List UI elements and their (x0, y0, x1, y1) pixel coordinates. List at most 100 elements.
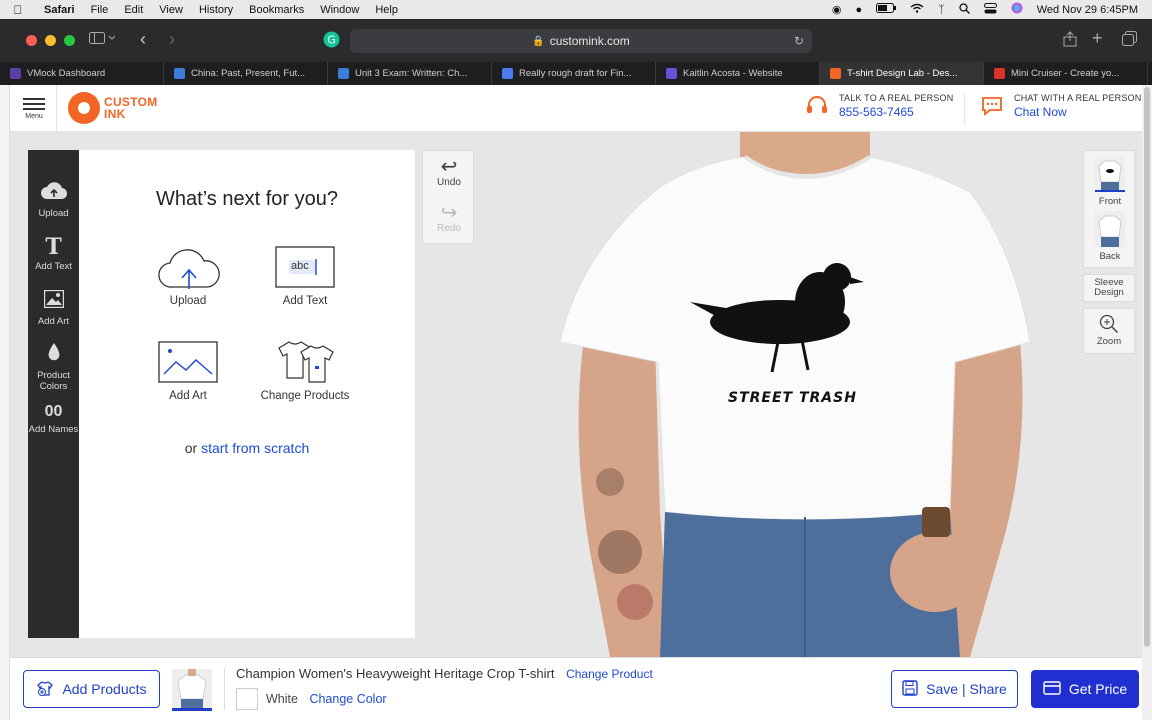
menu-edit[interactable]: Edit (116, 4, 151, 16)
minimize-window-button[interactable] (45, 35, 56, 46)
chat-help[interactable]: CHAT WITH A REAL PERSON Chat Now (980, 93, 1141, 119)
whats-next-panel: What’s next for you? Upload abc Add Text… (79, 150, 415, 638)
change-color-link[interactable]: Change Color (309, 692, 386, 706)
left-edge (0, 85, 10, 720)
zoom-window-button[interactable] (64, 35, 75, 46)
option-add-text[interactable]: abc Add Text (255, 245, 355, 307)
menu-bookmarks[interactable]: Bookmarks (241, 4, 312, 16)
phone-help[interactable]: TALK TO A REAL PERSON 855-563-7465 (805, 93, 953, 119)
sidebar-toggle-icon[interactable] (89, 30, 116, 49)
add-products-label: Add Products (62, 681, 147, 697)
sleeve-label: Sleeve Design (1094, 277, 1124, 298)
logo-mark-icon (68, 92, 100, 124)
rail-add-names[interactable]: 00 Add Names (28, 403, 79, 435)
sample-text: abc (291, 260, 309, 272)
browser-tab[interactable]: Unit 3 Exam: Written: Ch... (328, 62, 492, 85)
creative-cloud-icon[interactable]: ◉ (832, 3, 842, 16)
chat-icon (980, 94, 1004, 118)
history-controls: ↩ Undo ↪ Redo (422, 150, 474, 244)
design-canvas: STREET TRASH Upload T Add Text Add Art P… (10, 132, 1142, 657)
tab-label: Mini Cruiser - Create yo... (1011, 68, 1120, 79)
browser-tab[interactable]: Kaitlin Acosta - Website (656, 62, 820, 85)
save-share-button[interactable]: Save | Share (891, 670, 1018, 708)
view-front[interactable]: Front (1084, 156, 1136, 207)
wifi-icon[interactable] (910, 3, 924, 16)
rail-add-art[interactable]: Add Art (28, 289, 79, 327)
bluetooth-icon[interactable]: ᛉ (938, 4, 945, 16)
view-back[interactable]: Back (1084, 211, 1136, 262)
battery-icon[interactable] (876, 3, 897, 16)
forward-icon[interactable]: › (169, 29, 175, 50)
grammarly-extension-icon[interactable]: G (323, 31, 340, 51)
text-box-icon: abc (275, 245, 335, 289)
menu-file[interactable]: File (83, 4, 117, 16)
view-label: Front (1098, 196, 1122, 207)
browser-tab[interactable]: VMock Dashboard (0, 62, 164, 85)
tab-label: VMock Dashboard (27, 68, 106, 79)
option-upload[interactable]: Upload (138, 245, 238, 307)
chat-now-link[interactable]: Chat Now (1014, 105, 1141, 119)
tab-overview-icon[interactable] (1122, 31, 1137, 49)
hamburger-icon (22, 98, 46, 110)
undo-button[interactable]: ↩ Undo (423, 157, 475, 188)
phone-link[interactable]: 855-563-7465 (839, 105, 953, 119)
reload-icon[interactable]: ↻ (794, 34, 804, 48)
menu-help[interactable]: Help (367, 4, 406, 16)
rail-product-colors[interactable]: Product Colors (28, 342, 79, 392)
browser-tab[interactable]: T-shirt Design Lab - Des... (820, 62, 984, 85)
redo-button[interactable]: ↪ Redo (423, 203, 475, 234)
close-window-button[interactable] (26, 35, 37, 46)
color-info: White Change Color (266, 692, 387, 706)
clock[interactable]: Wed Nov 29 6:45PM (1037, 4, 1138, 16)
save-icon (902, 679, 918, 699)
spotlight-icon[interactable] (959, 2, 970, 17)
address-bar[interactable]: 🔒 customink.com ↻ (350, 29, 812, 53)
option-add-art[interactable]: Add Art (138, 340, 238, 402)
product-thumbnail[interactable] (172, 669, 212, 711)
new-tab-icon[interactable]: + (1092, 28, 1103, 49)
browser-tab[interactable]: Mini Cruiser - Create yo... (984, 62, 1148, 85)
custom-ink-logo[interactable]: CUSTOM INK (68, 92, 158, 124)
cloud-upload-icon (28, 182, 79, 205)
menu-app[interactable]: Safari (36, 4, 83, 16)
start-from-scratch-link[interactable]: start from scratch (201, 440, 309, 456)
menu-history[interactable]: History (191, 4, 241, 16)
menu-button[interactable]: Menu (22, 95, 46, 120)
siri-icon[interactable] (1011, 2, 1023, 17)
scratch-prefix: or (184, 440, 202, 456)
divider (56, 85, 57, 132)
option-label: Change Products (260, 390, 350, 402)
menu-window[interactable]: Window (312, 4, 367, 16)
browser-tab[interactable]: Really rough draft for Fin... (492, 62, 656, 85)
rail-label: Add Names (28, 424, 79, 435)
image-icon (158, 340, 218, 384)
sleeve-design-button[interactable]: Sleeve Design (1083, 274, 1135, 302)
back-icon[interactable]: ‹ (140, 29, 146, 50)
add-products-button[interactable]: Add Products (23, 670, 160, 708)
status-area: ◉ ● ᛉ Wed Nov 29 6:45PM (832, 2, 1152, 17)
rail-upload[interactable]: Upload (28, 182, 79, 219)
share-icon[interactable] (1063, 31, 1077, 50)
panel-title: What’s next for you? (156, 188, 338, 210)
droplet-icon (28, 342, 79, 367)
color-swatch[interactable] (236, 688, 258, 710)
grammarly-icon[interactable]: ● (855, 4, 862, 16)
get-price-button[interactable]: Get Price (1031, 670, 1139, 708)
tab-favicon-icon (338, 68, 349, 79)
design-text[interactable]: STREET TRASH (728, 390, 857, 406)
option-change-products[interactable]: Change Products (255, 340, 355, 402)
change-product-link[interactable]: Change Product (566, 667, 653, 681)
page-scrollbar[interactable] (1142, 85, 1152, 720)
rail-add-text[interactable]: T Add Text (28, 236, 79, 272)
control-center-icon[interactable] (983, 2, 997, 17)
apple-icon[interactable]:  (0, 3, 36, 17)
zoom-label: Zoom (1096, 336, 1122, 347)
macos-menubar:  Safari File Edit View History Bookmark… (0, 0, 1152, 19)
rail-label: Upload (38, 208, 69, 219)
zoom-button[interactable]: Zoom (1083, 308, 1135, 354)
scrollbar-thumb[interactable] (1144, 87, 1150, 647)
undo-icon: ↩ (440, 156, 458, 178)
logo-text: CUSTOM INK (104, 96, 158, 120)
menu-view[interactable]: View (151, 4, 191, 16)
browser-tab[interactable]: China: Past, Present, Fut... (164, 62, 328, 85)
